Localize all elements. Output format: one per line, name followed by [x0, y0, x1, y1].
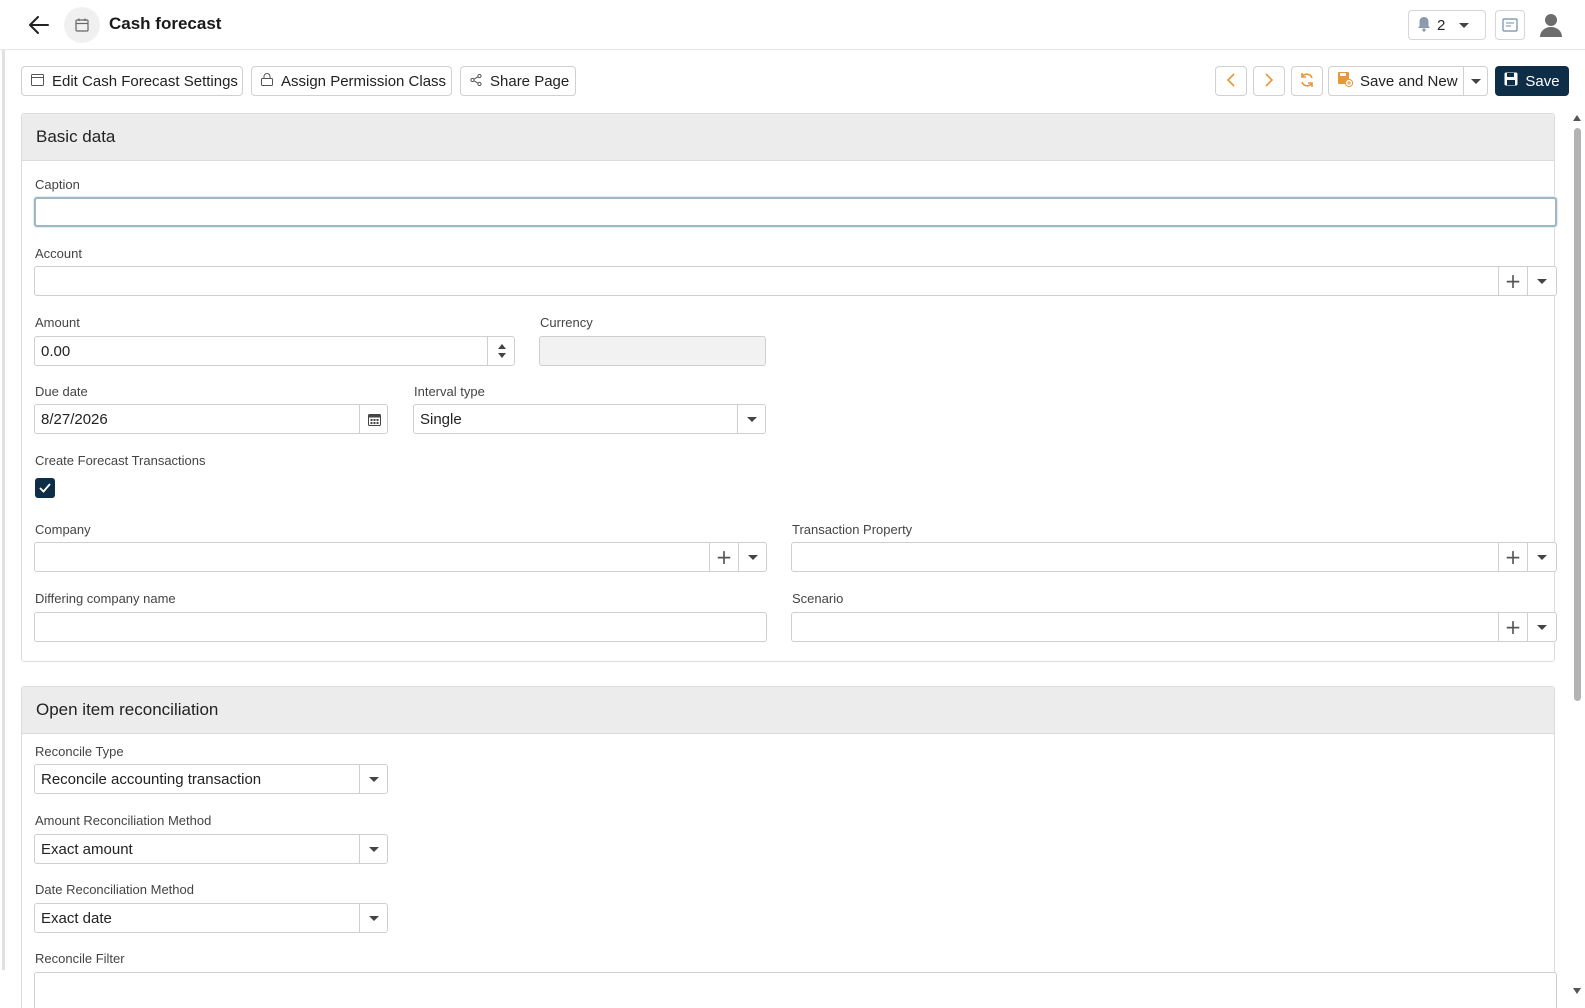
chevron-right-icon — [1264, 72, 1274, 90]
reconcile-type-label: Reconcile Type — [35, 744, 124, 759]
notification-count: 2 — [1437, 16, 1446, 34]
account-dropdown-icon[interactable] — [1527, 267, 1556, 295]
basic-data-header: Basic data — [22, 114, 1554, 161]
transaction-property-label: Transaction Property — [792, 522, 913, 537]
amount-stepper[interactable]: 0.00 — [34, 336, 515, 366]
interval-type-select[interactable]: Single — [413, 404, 766, 434]
amount-method-label: Amount Reconciliation Method — [35, 813, 212, 828]
currency-label: Currency — [540, 315, 593, 330]
basic-data-section: Basic data — [21, 113, 1555, 662]
share-icon — [470, 73, 482, 90]
caption-input[interactable] — [34, 197, 1557, 227]
window-icon — [31, 73, 44, 90]
account-add-icon[interactable]: + — [1498, 267, 1527, 295]
account-field[interactable]: + — [34, 266, 1557, 296]
save-and-new-button[interactable]: Save and New — [1329, 67, 1464, 95]
reconcile-type-select[interactable]: Reconcile accounting transaction — [34, 764, 388, 794]
due-date-field[interactable]: 8/27/2026 — [34, 404, 388, 434]
company-label: Company — [35, 522, 91, 537]
chevron-down-icon — [1459, 22, 1470, 28]
differing-company-input[interactable] — [34, 612, 767, 642]
save-options-chevron-icon[interactable] — [1464, 67, 1487, 95]
user-avatar-icon[interactable] — [1537, 10, 1565, 40]
floppy-disk-icon — [1504, 72, 1518, 90]
assign-permission-label: Assign Permission Class — [281, 72, 447, 90]
top-bar: Cash forecast 2 — [0, 0, 1585, 50]
lock-icon — [261, 72, 273, 90]
interval-dropdown-icon[interactable] — [737, 405, 766, 433]
checkmark-icon — [39, 480, 51, 496]
date-method-select[interactable]: Exact date — [34, 903, 388, 933]
notifications-button[interactable]: 2 — [1408, 10, 1486, 40]
scenario-field[interactable]: + — [791, 612, 1557, 642]
save-and-new-label: Save and New — [1360, 72, 1458, 90]
account-label: Account — [35, 246, 82, 261]
date-method-dropdown-icon[interactable] — [359, 904, 388, 932]
scroll-up-icon[interactable] — [1573, 115, 1581, 121]
save-new-icon — [1337, 71, 1354, 91]
refresh-icon — [1299, 72, 1315, 91]
edit-settings-label: Edit Cash Forecast Settings — [52, 72, 238, 90]
share-page-button[interactable]: Share Page — [460, 66, 576, 96]
differing-company-label: Differing company name — [35, 591, 176, 606]
previous-record-button[interactable] — [1215, 66, 1247, 96]
share-page-label: Share Page — [490, 72, 570, 90]
refresh-button[interactable] — [1291, 66, 1323, 96]
save-and-new-split-button: Save and New — [1328, 66, 1488, 96]
caption-label: Caption — [35, 177, 80, 192]
scenario-dropdown-icon[interactable] — [1527, 613, 1556, 641]
reconcile-filter-input[interactable] — [34, 972, 1557, 1008]
back-arrow-icon[interactable] — [24, 10, 54, 40]
currency-field — [539, 336, 766, 366]
due-date-label: Due date — [35, 384, 88, 399]
create-transactions-checkbox[interactable] — [35, 478, 55, 498]
assign-permission-button[interactable]: Assign Permission Class — [251, 66, 452, 96]
save-label: Save — [1525, 72, 1560, 90]
calendar-icon — [64, 7, 100, 43]
calendar-picker-icon[interactable] — [359, 405, 388, 433]
date-method-label: Date Reconciliation Method — [35, 882, 194, 897]
save-button[interactable]: Save — [1495, 66, 1569, 96]
reconcile-type-dropdown-icon[interactable] — [359, 765, 388, 793]
scroll-down-icon[interactable] — [1573, 988, 1581, 994]
company-dropdown-icon[interactable] — [738, 543, 767, 571]
scenario-add-icon[interactable]: + — [1498, 613, 1527, 641]
amount-method-select[interactable]: Exact amount — [34, 834, 388, 864]
chevron-left-icon — [1226, 72, 1236, 90]
page-title: Cash forecast — [109, 14, 222, 33]
scenario-label: Scenario — [792, 591, 844, 606]
left-divider — [2, 50, 5, 970]
create-transactions-label: Create Forecast Transactions — [35, 453, 206, 468]
transaction-property-add-icon[interactable]: + — [1498, 543, 1527, 571]
transaction-property-dropdown-icon[interactable] — [1527, 543, 1556, 571]
amount-method-dropdown-icon[interactable] — [359, 835, 388, 863]
transaction-property-field[interactable]: + — [791, 542, 1557, 572]
company-add-icon[interactable]: + — [709, 543, 738, 571]
amount-spin-icon[interactable] — [487, 337, 515, 365]
reconcile-filter-label: Reconcile Filter — [35, 951, 125, 966]
next-record-button[interactable] — [1253, 66, 1285, 96]
scrollbar-thumb[interactable] — [1574, 128, 1581, 701]
open-item-reconciliation-header: Open item reconciliation — [22, 687, 1554, 734]
interval-type-label: Interval type — [414, 384, 485, 399]
edit-settings-button[interactable]: Edit Cash Forecast Settings — [21, 66, 243, 96]
bell-icon — [1417, 16, 1431, 35]
amount-label: Amount — [35, 315, 80, 330]
view-switch-icon[interactable] — [1495, 10, 1525, 40]
company-field[interactable]: + — [34, 542, 767, 572]
